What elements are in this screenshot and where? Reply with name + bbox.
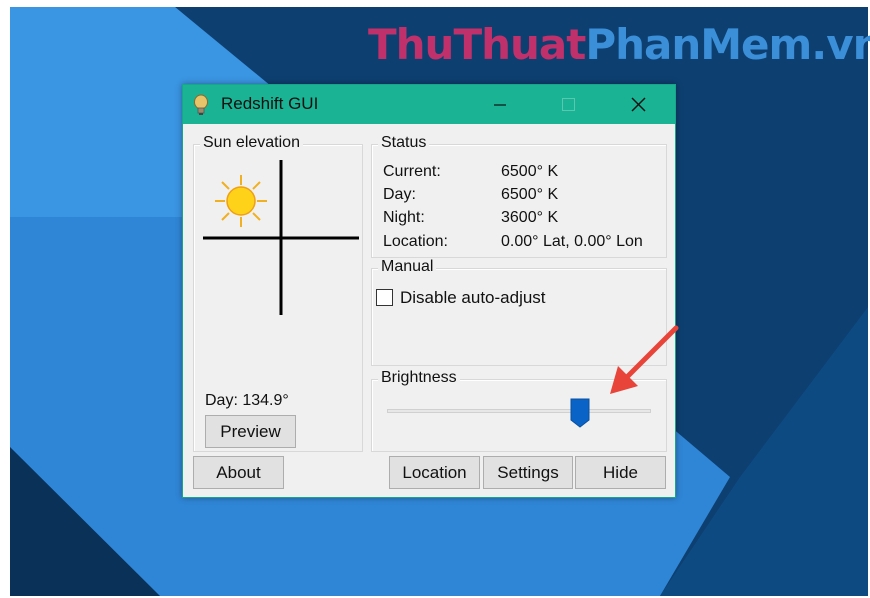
status-current-key: Current: bbox=[383, 163, 441, 180]
watermark-part1: ThuThuat bbox=[368, 20, 586, 69]
settings-button[interactable]: Settings bbox=[483, 456, 573, 489]
about-button[interactable]: About bbox=[193, 456, 284, 489]
brightness-slider-track[interactable] bbox=[387, 409, 651, 413]
bulb-icon bbox=[194, 94, 208, 115]
maximize-icon bbox=[562, 98, 575, 111]
minimize-button[interactable] bbox=[477, 85, 523, 124]
window-title: Redshift GUI bbox=[221, 94, 319, 113]
close-button[interactable] bbox=[615, 85, 661, 124]
status-label: Status bbox=[378, 134, 430, 152]
maximize-button[interactable] bbox=[545, 85, 591, 124]
location-button[interactable]: Location bbox=[389, 456, 480, 489]
disable-auto-adjust-checkbox[interactable] bbox=[376, 289, 393, 306]
watermark: ThuThuatPhanMem.vn bbox=[368, 20, 870, 69]
status-location-value: 0.00° Lat, 0.00° Lon bbox=[501, 233, 643, 250]
status-location-key: Location: bbox=[383, 233, 448, 250]
status-night-key: Night: bbox=[383, 209, 425, 226]
status-day-key: Day: bbox=[383, 186, 416, 203]
manual-label: Manual bbox=[378, 258, 437, 276]
status-day-value: 6500° K bbox=[501, 186, 559, 203]
elevation-crosshair bbox=[203, 160, 359, 315]
disable-auto-adjust-label[interactable]: Disable auto-adjust bbox=[400, 288, 546, 308]
preview-button[interactable]: Preview bbox=[205, 415, 296, 448]
status-night-value: 3600° K bbox=[501, 209, 559, 226]
hide-button[interactable]: Hide bbox=[575, 456, 666, 489]
watermark-part2: PhanMem.vn bbox=[585, 20, 870, 69]
annotation-arrow bbox=[610, 325, 679, 394]
minimize-icon bbox=[494, 104, 506, 106]
brightness-slider-thumb[interactable] bbox=[570, 398, 590, 428]
status-current-value: 6500° K bbox=[501, 163, 559, 180]
day-elevation-text: Day: 134.9° bbox=[205, 392, 289, 409]
sun-elevation-label: Sun elevation bbox=[200, 134, 303, 152]
redshift-window: Redshift GUI Sun elevation Day: 134.9° P… bbox=[182, 84, 676, 498]
title-bar[interactable]: Redshift GUI bbox=[183, 85, 675, 124]
brightness-label: Brightness bbox=[378, 369, 460, 387]
close-icon bbox=[631, 97, 646, 112]
